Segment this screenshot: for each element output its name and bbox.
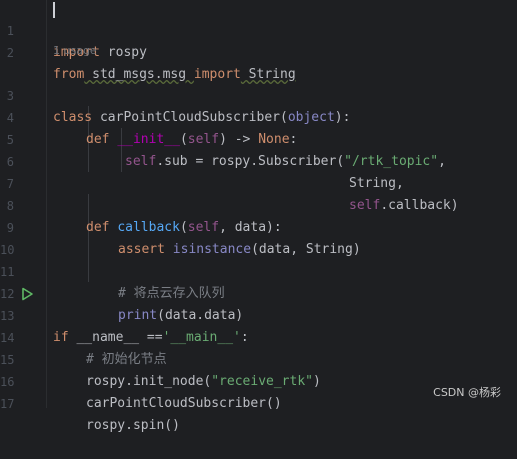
module-name: rospy xyxy=(99,45,147,60)
usage-hint[interactable]: 1 usage xyxy=(53,41,97,61)
line-number: 2 xyxy=(6,46,14,60)
run-triangle-icon[interactable] xyxy=(20,287,34,301)
code-line-6[interactable]: 6 String, xyxy=(0,129,517,191)
code-line-8[interactable]: 8 def callback(self, data): xyxy=(0,173,517,235)
code-line-10[interactable]: 10 xyxy=(0,217,517,257)
text-caret xyxy=(53,2,55,18)
code-line-11[interactable]: 11 # 将点云存入队列 xyxy=(0,239,517,301)
code-editor[interactable]: 1 import rospy 2 from std_msgs.msg impor… xyxy=(0,0,517,433)
code-line-9[interactable]: 9 assert isinstance(data, String) xyxy=(0,195,517,257)
code-text: rospy.spin() xyxy=(86,418,180,433)
code-line-14[interactable]: 14 # 初始化节点 xyxy=(0,305,517,367)
code-line-12[interactable]: 12 print(data.data) xyxy=(0,261,517,323)
code-line-16[interactable]: 16 carPointCloudSubscriber() xyxy=(0,349,517,411)
code-text: carPointCloudSubscriber() xyxy=(86,396,282,411)
code-line-15[interactable]: 15 rospy.init_node("receive_rtk") xyxy=(0,327,517,389)
line-number: 17 xyxy=(0,397,15,411)
code-line-3[interactable]: 3 class carPointCloudSubscriber(object): xyxy=(0,63,517,125)
code-line-13[interactable]: 13 if __name__ =='__main__': xyxy=(0,283,517,345)
code-line-7[interactable]: 7 self.callback) xyxy=(0,151,517,213)
watermark: CSDN @杨彩 xyxy=(433,386,501,399)
code-line-4[interactable]: 4 def __init__(self) -> None: xyxy=(0,85,517,147)
code-line-1[interactable]: 1 import rospy xyxy=(0,0,517,60)
code-line-5[interactable]: 5 self.sub = rospy.Subscriber("/rtk_topi… xyxy=(0,107,517,169)
code-line-2[interactable]: 2 from std_msgs.msg import String xyxy=(0,20,517,82)
